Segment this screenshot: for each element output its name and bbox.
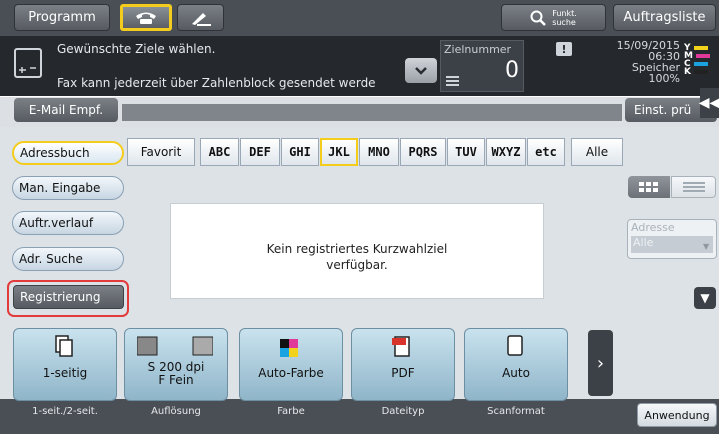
double-chevron-left-icon: ◀◀ <box>698 95 719 111</box>
category-filetype: Dateityp <box>381 406 425 417</box>
status-info: 15/09/2015 06:30 Speicher 100% <box>594 40 680 84</box>
einst-label: Einst. prü <box>634 103 692 117</box>
search-icon <box>530 10 547 26</box>
category-duplex: 1-seit./2-seit. <box>32 406 98 417</box>
toner-k: K <box>684 67 718 77</box>
job-history-button[interactable]: Auftr.verlauf <box>12 211 124 235</box>
setting-filetype[interactable]: PDF <box>351 328 455 401</box>
fax-icon <box>14 48 42 78</box>
pen-line-icon <box>191 12 211 26</box>
alert-icon[interactable]: ! <box>556 42 572 56</box>
function-search-button[interactable]: Funkt. suche <box>501 4 606 31</box>
tab-tuv[interactable]: TUV <box>447 138 485 166</box>
tab-ghi[interactable]: GHI <box>281 138 319 166</box>
auftragsliste-button[interactable]: Auftragsliste <box>613 4 716 31</box>
category-color: Farbe <box>277 406 305 417</box>
tab-pqrs[interactable]: PQRS <box>400 138 446 166</box>
list-icon <box>446 76 459 88</box>
fax-hint-message: Fax kann jederzeit über Zahlenblock gese… <box>57 76 376 90</box>
funkt-label: Funkt. <box>552 8 577 18</box>
duplex-value: 1-seitig <box>42 366 88 380</box>
tab-wxyz[interactable]: WXYZ <box>486 138 526 166</box>
tab-etc[interactable]: etc <box>527 138 565 166</box>
tab-favorit[interactable]: Favorit <box>127 138 195 166</box>
zielnummer-value: 0 <box>505 58 519 83</box>
setting-resolution[interactable]: S 200 dpi F Fein <box>124 328 228 401</box>
color-icon <box>280 339 298 357</box>
address-filter-label: Adresse <box>631 221 675 234</box>
tab-alle[interactable]: Alle <box>571 138 623 166</box>
programm-label: Programm <box>28 10 96 25</box>
category-scan-size: Scanformat <box>487 406 545 417</box>
page-icon <box>507 335 523 356</box>
fax-mode-button[interactable] <box>120 4 172 31</box>
side-panel-toggle[interactable]: ◀◀ <box>698 88 719 118</box>
scan-size-value: Auto <box>502 366 530 380</box>
duplex-icon <box>55 335 73 357</box>
chevron-right-icon: › <box>596 352 605 374</box>
list-view-button[interactable] <box>671 176 716 198</box>
next-settings-button[interactable]: › <box>588 330 613 396</box>
color-value: Auto-Farbe <box>258 366 324 380</box>
toner-levels: Y M C K <box>684 43 718 77</box>
pdf-icon <box>392 336 410 357</box>
filetype-value: PDF <box>391 366 415 380</box>
expand-message-button[interactable] <box>405 58 437 83</box>
tab-abc[interactable]: ABC <box>200 138 239 166</box>
category-resolution: Auflösung <box>151 406 201 417</box>
chevron-down-icon <box>415 66 427 75</box>
tab-mno[interactable]: MNO <box>359 138 399 166</box>
list-view-icon <box>682 182 705 192</box>
setting-scan-size[interactable]: Auto <box>464 328 568 401</box>
setting-color[interactable]: Auto-Farbe <box>239 328 343 401</box>
manual-entry-button[interactable]: Man. Eingabe <box>12 176 124 200</box>
resolution-value: S 200 dpi F Fein <box>147 360 205 387</box>
anwendung-button[interactable]: Anwendung <box>637 403 717 427</box>
address-search-button[interactable]: Adr. Suche <box>12 247 124 271</box>
address-filter-select[interactable]: Alle <box>631 236 713 253</box>
instruction-message: Gewünschte Ziele wählen. <box>57 42 216 56</box>
zielnummer-label: Zielnummer <box>444 43 512 56</box>
mode-toggle-group <box>120 3 226 32</box>
phone-icon <box>136 12 156 24</box>
speicher-value: 100% <box>648 72 680 85</box>
tab-jkl[interactable]: JKL <box>320 138 358 166</box>
suche-label: suche <box>552 17 576 27</box>
email-recipient-button[interactable]: E-Mail Empf. <box>14 98 118 122</box>
index-tab-strip: Favorit ABC DEF GHI JKL MNO PQRS TUV WXY… <box>127 138 625 166</box>
grid-view-button[interactable] <box>628 176 670 198</box>
resolution-icon <box>137 336 213 356</box>
empty-list-message: Kein registriertes Kurzwahlziel verfügba… <box>266 242 448 272</box>
programm-button[interactable]: Programm <box>14 4 110 31</box>
auftragsliste-label: Auftragsliste <box>623 10 706 25</box>
adressbuch-button[interactable]: Adressbuch <box>12 141 124 165</box>
email-label: E-Mail Empf. <box>28 103 104 117</box>
scroll-down-button[interactable]: ▼ <box>694 287 716 309</box>
grid-view-icon <box>639 182 658 192</box>
recipient-field[interactable] <box>122 104 622 121</box>
highlight-outline <box>7 280 129 317</box>
setting-duplex[interactable]: 1-seitig <box>13 328 117 401</box>
scroll-down-icon: ▼ <box>700 291 710 305</box>
dropdown-arrow-icon: ▼ <box>703 242 710 251</box>
tab-def[interactable]: DEF <box>240 138 280 166</box>
handwrite-mode-button[interactable] <box>177 4 224 31</box>
